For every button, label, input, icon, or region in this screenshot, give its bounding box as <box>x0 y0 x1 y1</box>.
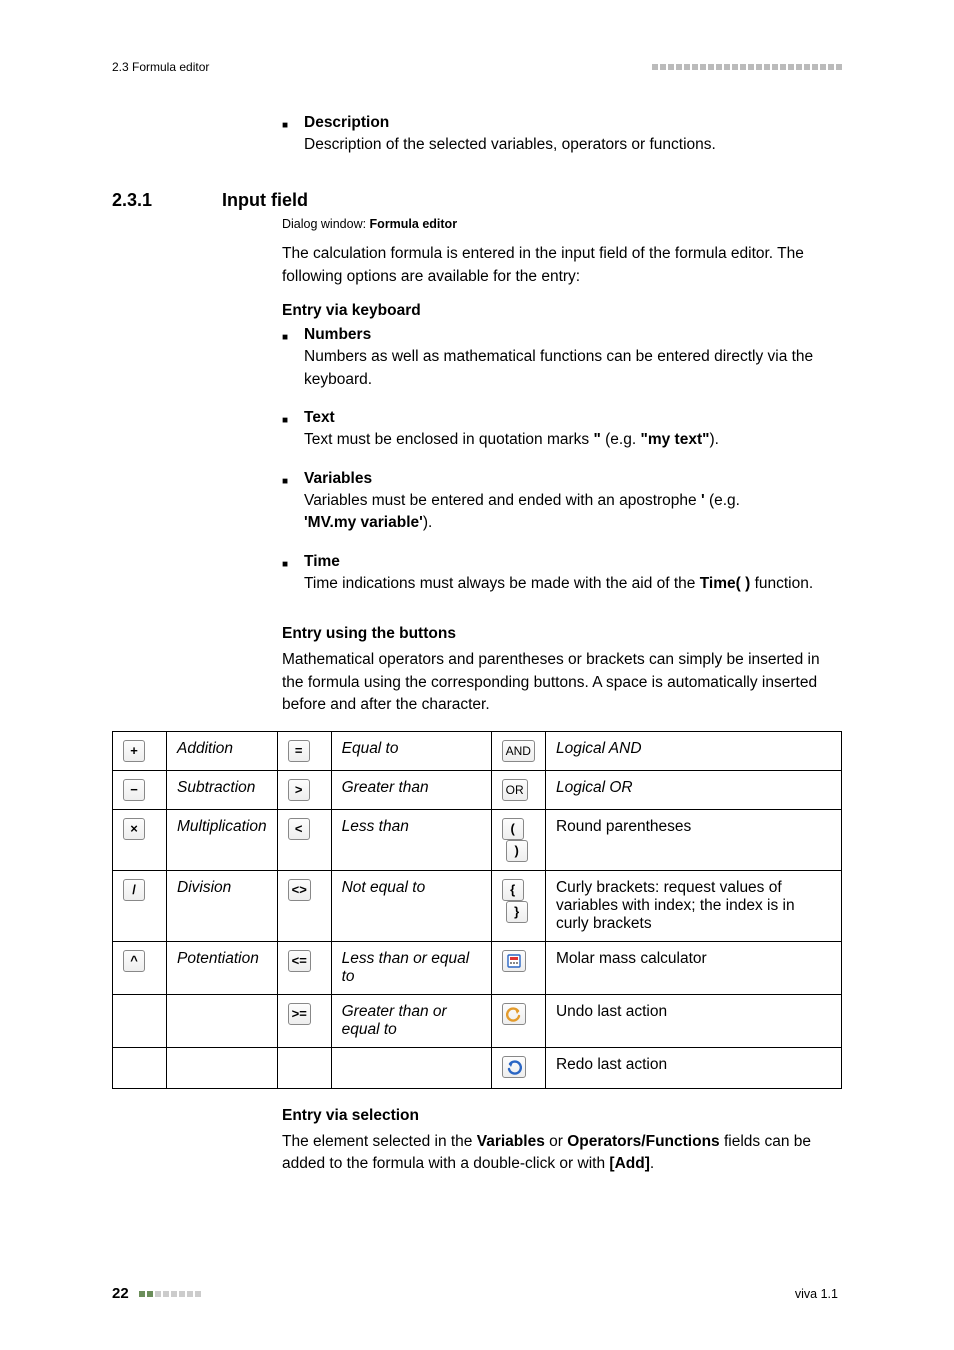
potentiation-label: Potentiation <box>167 941 278 994</box>
equals-button[interactable]: = <box>288 740 310 762</box>
undo-button[interactable] <box>502 1003 526 1025</box>
greater-than-label: Greater than <box>331 770 491 809</box>
less-than-label: Less than <box>331 809 491 870</box>
less-equal-button[interactable]: <= <box>288 950 311 972</box>
footer-left: 22 <box>112 1285 201 1302</box>
minus-button[interactable]: − <box>123 779 145 801</box>
header-ticks-decoration <box>652 64 842 70</box>
entry-buttons-heading: Entry using the buttons <box>282 625 842 643</box>
time-title: Time <box>304 553 842 571</box>
bullet-icon: ■ <box>282 326 304 407</box>
close-paren-button[interactable]: ) <box>506 840 528 862</box>
redo-label: Redo last action <box>545 1047 841 1088</box>
greater-equal-button[interactable]: >= <box>288 1003 311 1025</box>
section-intro: The calculation formula is entered in th… <box>282 243 842 288</box>
multiplication-label: Multiplication <box>167 809 278 870</box>
bullet-icon: ■ <box>282 470 304 551</box>
open-curly-button[interactable]: { <box>502 879 524 901</box>
bullet-icon: ■ <box>282 553 304 611</box>
not-equal-label: Not equal to <box>331 870 491 941</box>
numbers-text: Numbers as well as mathematical function… <box>304 346 842 391</box>
redo-button[interactable] <box>502 1056 526 1078</box>
or-button[interactable]: OR <box>502 779 528 801</box>
not-equal-button[interactable]: <> <box>288 879 311 901</box>
entry-selection-text: The element selected in the Variables or… <box>282 1131 842 1176</box>
page-number: 22 <box>112 1285 129 1302</box>
greater-equal-label: Greater than or equal to <box>331 994 491 1047</box>
footer-version: viva 1.1 <box>795 1287 838 1301</box>
description-title: Description <box>304 114 842 132</box>
variables-text: Variables must be entered and ended with… <box>304 490 842 535</box>
less-equal-label: Less than or equal to <box>331 941 491 994</box>
and-button[interactable]: AND <box>502 740 535 762</box>
molar-mass-button[interactable] <box>502 950 526 972</box>
equal-to-label: Equal to <box>331 731 491 770</box>
dialog-prefix: Dialog window: <box>282 217 370 231</box>
text-title: Text <box>304 409 842 427</box>
bullet-icon: ■ <box>282 409 304 467</box>
multiply-button[interactable]: × <box>123 818 145 840</box>
numbers-title: Numbers <box>304 326 842 344</box>
entry-buttons-text: Mathematical operators and parentheses o… <box>282 649 842 716</box>
text-text: Text must be enclosed in quotation marks… <box>304 429 842 451</box>
description-text: Description of the selected variables, o… <box>304 134 842 156</box>
entry-selection-heading: Entry via selection <box>282 1107 842 1125</box>
time-text: Time indications must always be made wit… <box>304 573 842 595</box>
power-button[interactable]: ^ <box>123 950 145 972</box>
header-section-ref: 2.3 Formula editor <box>112 60 209 74</box>
dialog-window-name: Formula editor <box>370 217 458 231</box>
section-title: Input field <box>222 190 308 211</box>
divide-button[interactable]: / <box>123 879 145 901</box>
operators-table: + Addition = Equal to AND Logical AND − … <box>112 731 842 1089</box>
greater-than-button[interactable]: > <box>288 779 310 801</box>
subtraction-label: Subtraction <box>167 770 278 809</box>
addition-label: Addition <box>167 731 278 770</box>
redo-icon <box>506 1059 522 1075</box>
logical-and-label: Logical AND <box>545 731 841 770</box>
division-label: Division <box>167 870 278 941</box>
bullet-icon: ■ <box>282 114 304 172</box>
undo-icon <box>506 1006 522 1022</box>
molar-mass-label: Molar mass calculator <box>545 941 841 994</box>
section-number: 2.3.1 <box>112 190 222 211</box>
round-parens-label: Round parentheses <box>545 809 841 870</box>
curly-brackets-label: Curly brackets: request values of variab… <box>545 870 841 941</box>
calculator-icon <box>506 953 522 969</box>
close-curly-button[interactable]: } <box>506 901 528 923</box>
plus-button[interactable]: + <box>123 740 145 762</box>
variables-title: Variables <box>304 470 842 488</box>
logical-or-label: Logical OR <box>545 770 841 809</box>
less-than-button[interactable]: < <box>288 818 310 840</box>
undo-label: Undo last action <box>545 994 841 1047</box>
open-paren-button[interactable]: ( <box>502 818 524 840</box>
entry-keyboard-heading: Entry via keyboard <box>282 302 842 320</box>
